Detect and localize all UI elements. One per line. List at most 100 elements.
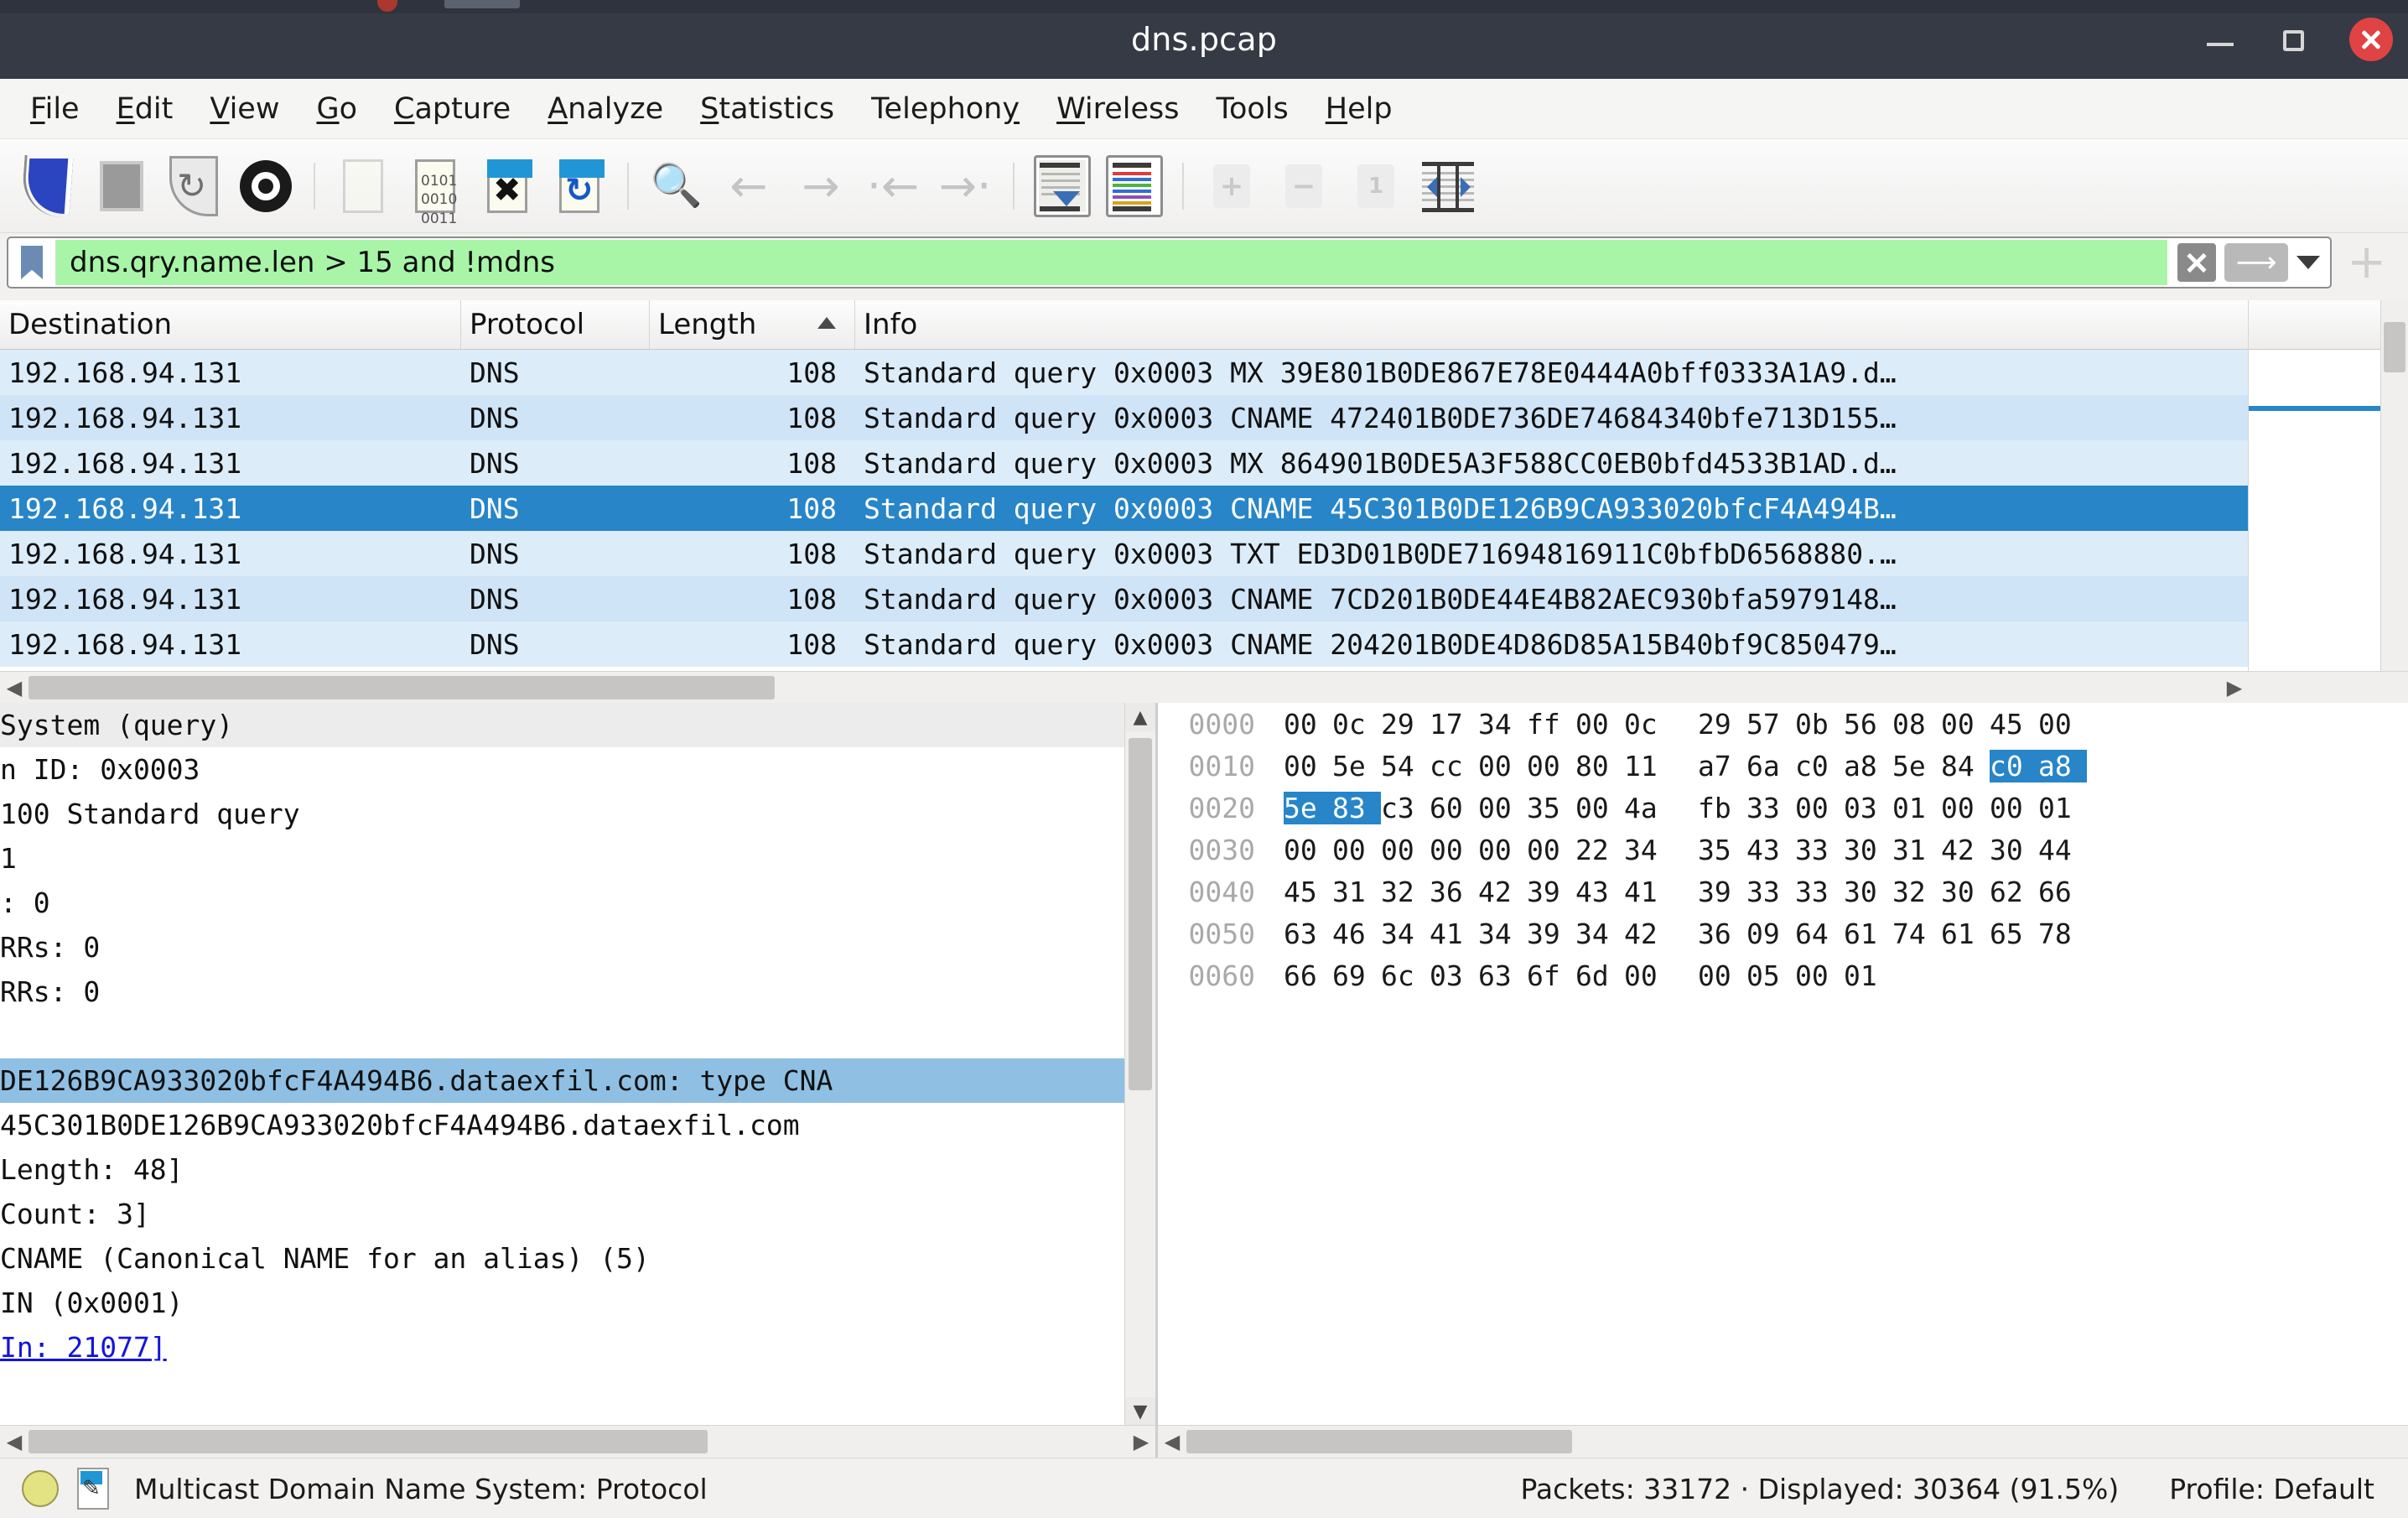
scroll-left-icon[interactable]: ◀ <box>0 672 29 704</box>
packet-detail-line[interactable]: 1 <box>0 836 1125 881</box>
scrollbar-thumb[interactable] <box>2384 322 2405 372</box>
hex-byte[interactable]: 66 <box>1284 959 1332 992</box>
packet-list-row[interactable]: 192.168.94.131 DNS 108 Standard query 0x000… <box>0 350 2408 395</box>
hex-byte[interactable]: 62 <box>1990 876 2038 908</box>
packet-detail-line[interactable]: System (query) <box>0 703 1125 747</box>
hex-byte[interactable]: 39 <box>1698 876 1746 908</box>
hex-byte[interactable]: 35 <box>1698 834 1746 866</box>
hex-byte[interactable]: ff <box>1527 708 1575 741</box>
capture-comment-icon[interactable] <box>77 1468 109 1510</box>
column-header-destination[interactable]: Destination <box>0 300 461 349</box>
hex-byte[interactable]: 60 <box>1430 792 1478 824</box>
hex-byte[interactable]: 39 <box>1527 876 1575 908</box>
hex-byte[interactable]: 33 <box>1795 834 1844 866</box>
hex-byte[interactable]: 65 <box>1990 918 2038 950</box>
hex-byte[interactable]: 00 <box>1990 792 2038 824</box>
hex-byte[interactable]: 34 <box>1624 834 1673 866</box>
menu-telephony[interactable]: Telephony <box>853 87 1038 131</box>
hex-byte[interactable]: 5e <box>1284 791 1332 824</box>
packet-list-row[interactable]: 192.168.94.131 DNS 108 Standard query 0x000… <box>0 440 2408 486</box>
hex-byte[interactable]: 00 <box>1430 834 1478 866</box>
column-header-info[interactable]: Info <box>855 300 2408 349</box>
scrollbar-thumb[interactable] <box>1129 738 1152 1090</box>
hex-byte[interactable]: 36 <box>1430 876 1478 908</box>
hex-byte[interactable]: 00 <box>1795 792 1844 824</box>
packet-detail-line[interactable]: Count: 3] <box>0 1192 1125 1236</box>
menu-analyze[interactable]: Analyze <box>529 87 682 131</box>
hex-byte[interactable]: 5e <box>1332 750 1381 782</box>
hex-dump-row[interactable]: 0000 00 0c 29 17 34 ff 00 0c 29 57 0b 56 08 00 45 00 <box>1158 703 2408 745</box>
add-filter-button-icon[interactable]: + <box>2347 239 2386 286</box>
hex-byte[interactable]: 43 <box>1746 834 1795 866</box>
hex-byte[interactable]: 00 <box>1575 792 1624 824</box>
filter-history-chevron-icon[interactable] <box>2296 256 2321 269</box>
hex-byte[interactable]: 74 <box>1892 918 1941 950</box>
hex-byte[interactable]: 45 <box>1990 708 2038 741</box>
hex-byte[interactable]: 31 <box>1892 834 1941 866</box>
reload-file-icon[interactable]: ↻ <box>543 150 615 222</box>
packet-detail-line[interactable] <box>0 1014 1125 1058</box>
packet-detail-line[interactable]: 100 Standard query <box>0 792 1125 836</box>
packet-detail-line[interactable]: RRs: 0 <box>0 970 1125 1014</box>
hex-byte[interactable]: 4a <box>1624 792 1673 824</box>
hex-byte[interactable]: 22 <box>1575 834 1624 866</box>
restart-capture-icon[interactable] <box>158 150 230 222</box>
hex-byte[interactable]: 84 <box>1941 750 1990 782</box>
packet-details-horizontal-scrollbar[interactable]: ◀ ▶ <box>0 1425 1155 1458</box>
hex-byte[interactable]: 30 <box>1941 876 1990 908</box>
close-file-icon[interactable]: ✖ <box>471 150 543 222</box>
apply-filter-icon[interactable]: ⟶ <box>2224 243 2289 282</box>
hex-byte[interactable]: 34 <box>1478 708 1527 741</box>
go-first-packet-icon[interactable]: →⋅ <box>929 150 1001 222</box>
hex-byte[interactable]: 56 <box>1844 708 1892 741</box>
hex-byte[interactable]: 35 <box>1527 792 1575 824</box>
clear-filter-icon[interactable] <box>2177 243 2217 282</box>
hex-byte[interactable]: 42 <box>1941 834 1990 866</box>
hex-byte[interactable]: 05 <box>1746 959 1795 992</box>
hex-byte[interactable]: 33 <box>1746 876 1795 908</box>
colorize-icon[interactable] <box>1098 150 1170 222</box>
autoscroll-icon[interactable] <box>1026 150 1098 222</box>
close-button[interactable] <box>2349 18 2393 61</box>
hex-byte[interactable]: 00 <box>1478 750 1527 782</box>
hex-byte[interactable]: 01 <box>2038 792 2087 824</box>
open-file-icon[interactable] <box>327 150 399 222</box>
hex-byte[interactable]: 34 <box>1478 918 1527 950</box>
zoom-in-icon[interactable]: + <box>1196 150 1268 222</box>
start-capture-icon[interactable] <box>13 150 86 222</box>
hex-byte[interactable]: 34 <box>1381 918 1430 950</box>
hex-byte[interactable]: 78 <box>2038 918 2087 950</box>
packet-list-vertical-scrollbar[interactable] <box>2380 300 2408 671</box>
hex-dump-row[interactable]: 0010 00 5e 54 cc 00 00 80 11 a7 6a c0 a8 5e 84 c0 a8 <box>1158 745 2408 787</box>
scrollbar-thumb[interactable] <box>29 676 775 699</box>
hex-byte[interactable]: cc <box>1430 750 1478 782</box>
hex-byte[interactable]: c0 <box>1990 749 2038 782</box>
hex-byte[interactable]: 6d <box>1575 959 1624 992</box>
hex-byte[interactable]: 39 <box>1527 918 1575 950</box>
hex-byte[interactable]: 36 <box>1698 918 1746 950</box>
hex-byte[interactable]: 45 <box>1284 876 1332 908</box>
menu-file[interactable]: File <box>12 87 98 131</box>
hex-byte[interactable]: 61 <box>1844 918 1892 950</box>
hex-byte[interactable]: 03 <box>1844 792 1892 824</box>
hex-byte[interactable]: 00 <box>2038 708 2087 741</box>
menu-view[interactable]: View <box>191 87 298 131</box>
hex-byte[interactable]: 54 <box>1381 750 1430 782</box>
menu-statistics[interactable]: Statistics <box>682 87 853 131</box>
hex-byte[interactable]: 42 <box>1624 918 1673 950</box>
menu-go[interactable]: Go <box>298 87 376 131</box>
hex-byte[interactable]: 32 <box>1892 876 1941 908</box>
go-forward-icon[interactable]: → <box>785 150 857 222</box>
hex-byte[interactable]: 00 <box>1381 834 1430 866</box>
packet-list-row[interactable]: 192.168.94.131 DNS 108 Standard query 0x000… <box>0 531 2408 576</box>
hex-byte[interactable]: 6f <box>1527 959 1575 992</box>
hex-byte[interactable]: 63 <box>1284 918 1332 950</box>
hex-byte[interactable]: 08 <box>1892 708 1941 741</box>
hex-byte[interactable]: 03 <box>1430 959 1478 992</box>
stop-capture-icon[interactable] <box>86 150 158 222</box>
hex-byte[interactable]: 61 <box>1941 918 1990 950</box>
packet-detail-line[interactable]: : 0 <box>0 881 1125 925</box>
packet-list-row[interactable]: 192.168.94.131 DNS 108 Standard query 0x000… <box>0 621 2408 667</box>
hex-byte[interactable]: 00 <box>1624 959 1673 992</box>
scroll-up-icon[interactable]: ▲ <box>1125 703 1155 731</box>
